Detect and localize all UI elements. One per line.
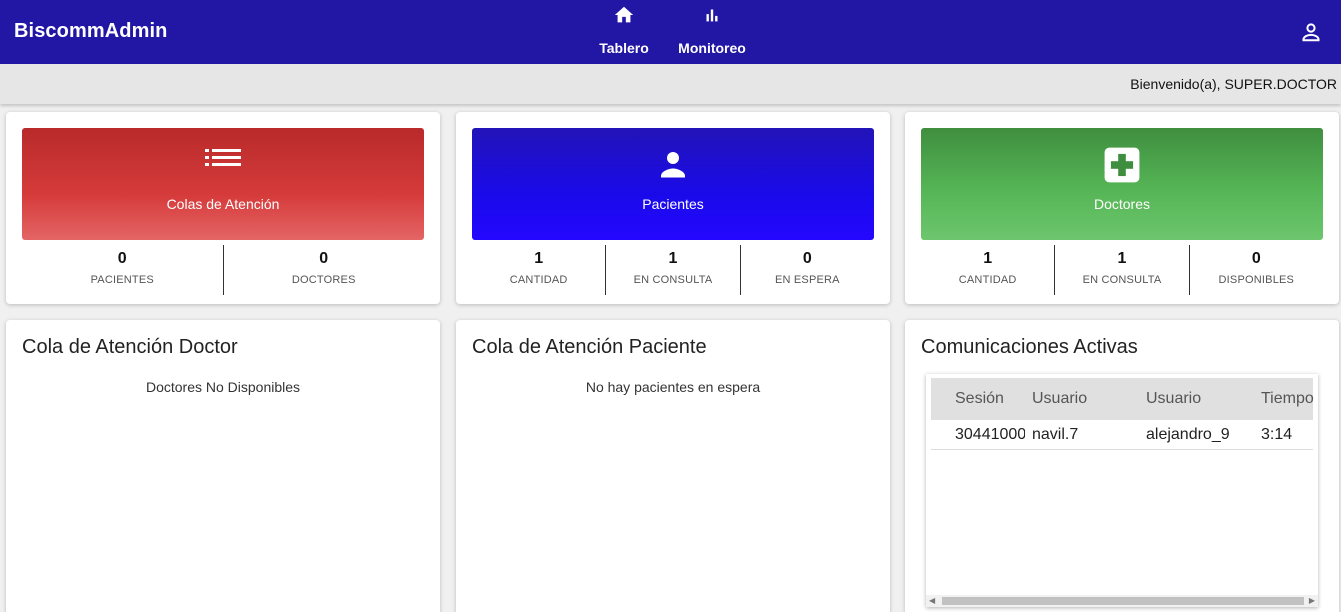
stat-metrics: 0 PACIENTES 0 DOCTORES <box>22 245 424 295</box>
bar-chart-icon <box>706 9 718 22</box>
app-title: BiscommAdmin <box>14 20 168 42</box>
metric-cantidad: 1 CANTIDAD <box>472 245 607 295</box>
stat-title: Colas de Atención <box>166 196 280 212</box>
metric-value: 1 <box>668 250 678 267</box>
metric-value: 0 <box>117 250 127 267</box>
metric-value: 0 <box>319 250 329 267</box>
nav-item-tablero[interactable]: Tablero <box>596 0 652 64</box>
scroll-left-icon[interactable]: ◀ <box>929 596 935 605</box>
list-icon <box>205 149 241 166</box>
metric-label: DISPONIBLES <box>1218 274 1295 286</box>
nav-item-monitoreo[interactable]: Monitoreo <box>675 0 749 64</box>
stat-banner-pacientes[interactable]: Pacientes <box>472 128 874 240</box>
stat-banner-doctores[interactable]: Doctores <box>921 128 1323 240</box>
nav-item-label: Monitoreo <box>678 40 746 56</box>
top-app-bar: BiscommAdmin Tablero Monitoreo <box>0 0 1341 64</box>
table-cell: navil.7 <box>1032 426 1079 443</box>
home-icon <box>614 6 634 23</box>
metric-label: DOCTORES <box>291 274 356 286</box>
welcome-text: Bienvenido(a), SUPER.DOCTOR <box>1130 76 1337 92</box>
metric-label: PACIENTES <box>90 274 154 286</box>
metric-pacientes: 0 PACIENTES <box>22 245 224 295</box>
stat-metrics: 1 CANTIDAD 1 EN CONSULTA 0 DISPONIBLES <box>921 245 1323 295</box>
metric-value: 1 <box>983 250 993 267</box>
scrollbar-thumb[interactable] <box>942 597 1304 605</box>
medical-plus-icon <box>1104 147 1140 183</box>
metric-en-consulta: 1 EN CONSULTA <box>1055 245 1190 295</box>
metric-label: EN CONSULTA <box>633 274 713 286</box>
stat-card-pacientes: Pacientes 1 CANTIDAD 1 EN CONSULTA 0 EN … <box>456 112 890 304</box>
column-header-tiempo[interactable]: Tiempo <box>1261 390 1318 408</box>
stat-card-doctores: Doctores 1 CANTIDAD 1 EN CONSULTA 0 DISP… <box>905 112 1339 304</box>
active-comms-card: Comunicaciones Activas Sesión Usuario Us… <box>905 320 1339 612</box>
metric-doctores: 0 DOCTORES <box>224 245 425 295</box>
metric-value: 1 <box>534 250 544 267</box>
nav-item-label: Tablero <box>599 40 649 56</box>
metric-cantidad: 1 CANTIDAD <box>921 245 1056 295</box>
metric-value: 0 <box>1251 250 1261 267</box>
empty-message: Doctores No Disponibles <box>145 379 301 395</box>
stat-metrics: 1 CANTIDAD 1 EN CONSULTA 0 EN ESPERA <box>472 245 874 295</box>
table-cell: alejandro_9 <box>1146 426 1230 443</box>
horizontal-scrollbar[interactable]: ◀ ▶ <box>926 595 1318 607</box>
card-title: Cola de Atención Doctor <box>22 336 238 358</box>
metric-en-consulta: 1 EN CONSULTA <box>606 245 741 295</box>
doctor-queue-card: Cola de Atención Doctor Doctores No Disp… <box>6 320 440 612</box>
metric-value: 0 <box>802 250 812 267</box>
metric-en-espera: 0 EN ESPERA <box>741 245 874 295</box>
person-icon <box>661 152 685 178</box>
stat-title: Pacientes <box>642 196 704 212</box>
scroll-right-icon[interactable]: ▶ <box>1309 596 1315 605</box>
comms-table: Sesión Usuario Usuario Tiempo 30441000 n… <box>926 374 1318 607</box>
empty-message: No hay pacientes en espera <box>585 379 761 395</box>
table-cell: 30441000 <box>955 426 1025 443</box>
metric-label: CANTIDAD <box>509 274 568 286</box>
table-cell: 3:14 <box>1261 426 1293 443</box>
metric-label: EN ESPERA <box>774 274 840 286</box>
metric-value: 1 <box>1117 250 1127 267</box>
stat-title: Doctores <box>1093 196 1151 212</box>
column-header-sesion[interactable]: Sesión <box>955 390 1025 408</box>
stat-banner-colas[interactable]: Colas de Atención <box>22 128 424 240</box>
column-header-usuario[interactable]: Usuario <box>1032 390 1140 408</box>
table-header: Sesión Usuario Usuario Tiempo <box>931 378 1314 420</box>
welcome-bar: Bienvenido(a), SUPER.DOCTOR <box>0 64 1341 104</box>
card-title: Comunicaciones Activas <box>921 336 1138 358</box>
account-icon <box>1302 23 1320 42</box>
metric-label: CANTIDAD <box>958 274 1017 286</box>
stat-card-colas: Colas de Atención 0 PACIENTES 0 DOCTORES <box>6 112 440 304</box>
card-title: Cola de Atención Paciente <box>472 336 707 358</box>
table-row[interactable]: 30441000 navil.7 alejandro_9 3:14 <box>931 420 1313 450</box>
metric-disponibles: 0 DISPONIBLES <box>1190 245 1323 295</box>
metric-label: EN CONSULTA <box>1082 274 1162 286</box>
patient-queue-card: Cola de Atención Paciente No hay pacient… <box>456 320 890 612</box>
account-button[interactable] <box>1298 20 1324 44</box>
column-header-usuario[interactable]: Usuario <box>1146 390 1254 408</box>
